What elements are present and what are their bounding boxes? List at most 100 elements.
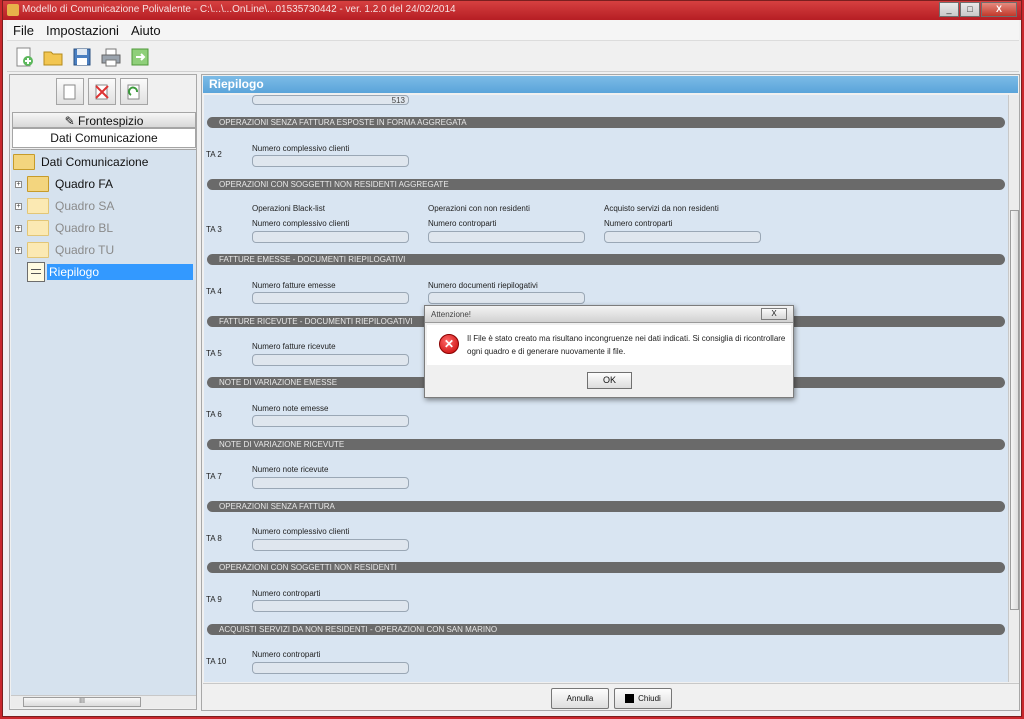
input-field[interactable] (252, 231, 409, 243)
tab-dati-comunicazione[interactable]: Dati Comunicazione (12, 128, 196, 148)
warning-dialog: Attenzione! X ✕ Il File è stato creato m… (424, 305, 794, 398)
dialog-message: Il File è stato creato ma risultano inco… (467, 334, 786, 356)
scroll-thumb[interactable]: III (23, 697, 141, 707)
folder-open-icon (13, 154, 35, 170)
field-label: Numero complessivo clienti (252, 527, 350, 536)
field-label: Numero complessivo clienti (252, 144, 350, 153)
folder-icon (27, 220, 49, 236)
section-header: OPERAZIONI CON SOGGETTI NON RESIDENTI AG… (207, 179, 1005, 190)
tree-item-quadro-sa[interactable]: Quadro SA (27, 196, 116, 216)
menu-file[interactable]: File (7, 23, 40, 38)
input-field[interactable] (252, 477, 409, 489)
folder-icon (27, 176, 49, 192)
maximize-button[interactable]: □ (960, 2, 980, 17)
new-icon[interactable] (13, 46, 35, 68)
field-label: Numero controparti (604, 219, 673, 228)
group-label: Operazioni con non residenti (428, 204, 530, 213)
tree-item-label: Riepilogo (47, 264, 193, 280)
input-field[interactable] (252, 600, 409, 612)
tree-item-label: Quadro BL (55, 221, 114, 235)
tree-item-quadro-fa[interactable]: Quadro FA (27, 174, 115, 194)
input-field[interactable] (252, 155, 409, 167)
title-bar[interactable]: Modello di Comunicazione Polivalente - C… (3, 1, 1021, 20)
document-icon (63, 84, 76, 99)
field-label: Numero complessivo clienti (252, 219, 350, 228)
input-field[interactable] (252, 415, 409, 427)
tree-item-riepilogo[interactable]: Riepilogo (27, 262, 193, 282)
row-code: TA 10 (206, 657, 227, 666)
field-label: Numero controparti (252, 650, 321, 659)
left-panel: ✎ Frontespizio Dati Comunicazione Dati C… (9, 74, 197, 710)
section-header: OPERAZIONI SENZA FATTURA ESPOSTE IN FORM… (207, 117, 1005, 128)
refresh-button[interactable] (120, 78, 148, 105)
minimize-button[interactable]: _ (939, 2, 959, 17)
stop-icon (625, 694, 635, 703)
input-field[interactable] (604, 231, 761, 243)
section-header: ACQUISTI SERVIZI DA NON RESIDENTI - OPER… (207, 624, 1005, 635)
cancel-button[interactable]: Annulla (551, 688, 609, 709)
tab-frontespizio-label: Frontespizio (78, 114, 144, 128)
row-code: TA 3 (206, 225, 222, 234)
menu-impostazioni[interactable]: Impostazioni (40, 23, 125, 38)
input-field[interactable] (252, 662, 409, 674)
expand-icon[interactable]: + (15, 181, 22, 188)
toolbar (7, 42, 1019, 72)
delete-button[interactable] (88, 78, 116, 105)
folder-icon (27, 242, 49, 258)
button-bar: Annulla Chiudi (203, 683, 1019, 710)
horizontal-scrollbar[interactable]: III (11, 695, 196, 708)
tree-root[interactable]: Dati Comunicazione (13, 152, 150, 172)
field-label: Numero fatture emesse (252, 281, 336, 290)
section-header: FATTURE EMESSE - DOCUMENTI RIEPILOGATIVI (207, 254, 1005, 265)
navigation-tree: Dati Comunicazione + Quadro FA + Quadro … (11, 149, 196, 697)
panel-title: Riepilogo (203, 76, 1018, 93)
print-icon[interactable] (100, 46, 122, 68)
open-icon[interactable] (42, 46, 64, 68)
save-icon[interactable] (71, 46, 93, 68)
close-button[interactable]: Chiudi (614, 688, 672, 709)
field-label: Numero controparti (428, 219, 497, 228)
dialog-body: ✕ Il File è stato creato ma risultano in… (427, 325, 791, 365)
field-label: Numero note emesse (252, 404, 329, 413)
row-code: TA 9 (206, 595, 222, 604)
ok-button[interactable]: OK (587, 372, 632, 389)
add-document-button[interactable] (56, 78, 84, 105)
error-icon: ✕ (439, 334, 459, 354)
expand-icon[interactable]: + (15, 247, 22, 254)
input-field[interactable] (252, 354, 409, 366)
app-icon (7, 4, 19, 16)
close-window-button[interactable]: X (981, 2, 1017, 17)
window-title: Modello di Comunicazione Polivalente - C… (22, 4, 456, 15)
refresh-icon (127, 84, 140, 99)
dialog-title[interactable]: Attenzione! (425, 306, 793, 323)
field-label: Numero controparti (252, 589, 321, 598)
group-label: Acquisto servizi da non residenti (604, 204, 719, 213)
export-icon[interactable] (129, 46, 151, 68)
section-header: OPERAZIONI CON SOGGETTI NON RESIDENTI (207, 562, 1005, 573)
input-field[interactable] (252, 539, 409, 551)
tree-item-label: Quadro FA (55, 177, 114, 191)
ta1-field[interactable]: 513 (252, 95, 409, 105)
row-code: TA 7 (206, 472, 222, 481)
row-code: TA 8 (206, 534, 222, 543)
input-field[interactable] (252, 292, 409, 304)
input-field[interactable] (428, 231, 585, 243)
scroll-thumb[interactable] (1010, 210, 1019, 610)
menu-aiuto[interactable]: Aiuto (125, 23, 167, 38)
tree-item-label: Quadro TU (55, 243, 115, 257)
input-field[interactable] (428, 292, 585, 304)
tree-item-quadro-tu[interactable]: Quadro TU (27, 240, 116, 260)
row-code: TA 2 (206, 150, 222, 159)
vertical-scrollbar[interactable] (1008, 95, 1019, 682)
summary-document-icon (27, 262, 45, 282)
tree-item-quadro-bl[interactable]: Quadro BL (27, 218, 115, 238)
field-label: Numero documenti riepilogativi (428, 281, 538, 290)
section-header: OPERAZIONI SENZA FATTURA (207, 501, 1005, 512)
close-button-label: Chiudi (638, 694, 661, 703)
tab-frontespizio[interactable]: ✎ Frontespizio (12, 112, 196, 128)
dialog-close-button[interactable]: X (761, 308, 787, 320)
expand-icon[interactable]: + (15, 203, 22, 210)
tree-root-label: Dati Comunicazione (41, 155, 149, 169)
folder-icon (27, 198, 49, 214)
expand-icon[interactable]: + (15, 225, 22, 232)
